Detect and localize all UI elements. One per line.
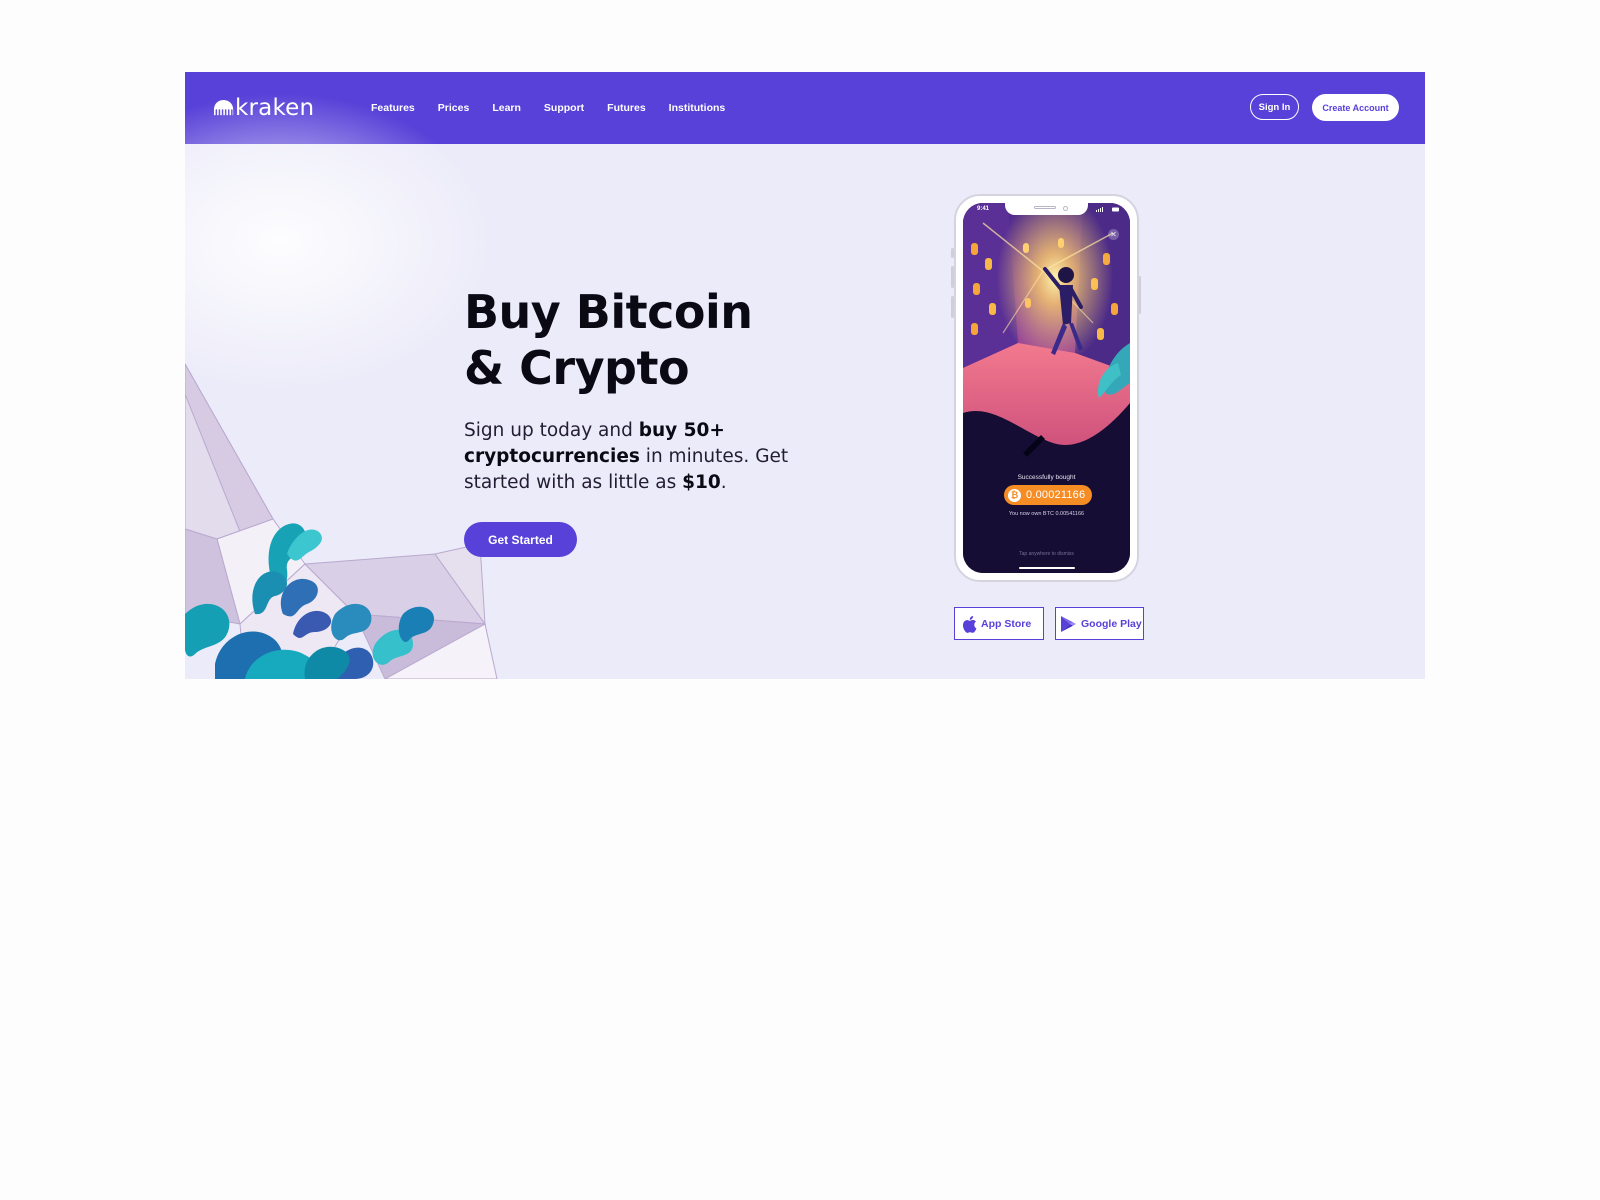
home-indicator <box>1019 567 1075 569</box>
hero-title-line2: & Crypto <box>464 341 690 395</box>
app-illustration <box>963 203 1130 573</box>
bought-label: Successfully bought <box>1017 474 1076 481</box>
btc-amount: 0.00021166 <box>1026 489 1086 501</box>
phone-mockup: 9:41 ✕ Successfully bought ₿ 0.00021166 … <box>954 194 1139 582</box>
page-frame: kraken Features Prices Learn Support Fut… <box>185 72 1425 679</box>
app-store-label: App Store <box>981 617 1032 630</box>
dismiss-hint: Tap anywhere to dismiss <box>1019 551 1074 557</box>
hero-subtitle-bold-2: $10 <box>682 472 721 493</box>
owned-balance-label: You now own BTC 0.00541166 <box>1008 511 1085 517</box>
sign-in-button[interactable]: Sign In <box>1250 94 1299 120</box>
bitcoin-icon: ₿ <box>1008 488 1021 502</box>
status-time: 9:41 <box>977 206 990 212</box>
app-store-button[interactable]: App Store <box>954 607 1044 640</box>
hero-subtitle-text-3: . <box>720 472 727 493</box>
close-icon[interactable]: ✕ <box>1108 229 1119 240</box>
get-started-button[interactable]: Get Started <box>464 522 577 557</box>
create-account-button[interactable]: Create Account <box>1312 94 1399 121</box>
phone-camera <box>1063 206 1068 211</box>
hero-title-line1: Buy Bitcoin <box>464 285 753 339</box>
nav-institutions[interactable]: Institutions <box>669 102 726 114</box>
hero-title: Buy Bitcoin & Crypto <box>464 284 753 396</box>
nav-learn[interactable]: Learn <box>492 102 521 114</box>
status-bar-icons <box>1096 207 1119 212</box>
google-play-button[interactable]: Google Play <box>1055 607 1144 640</box>
nav-prices[interactable]: Prices <box>438 102 470 114</box>
phone-speaker <box>1034 206 1056 209</box>
apple-icon <box>962 615 977 633</box>
btc-amount-pill: ₿ 0.00021166 <box>1004 485 1092 505</box>
nav-support[interactable]: Support <box>544 102 584 114</box>
google-play-label: Google Play <box>1081 617 1142 630</box>
phone-notch <box>1005 203 1088 215</box>
coral-crystal-illustration <box>185 362 498 679</box>
hero-subtitle-text-1: Sign up today and <box>464 420 639 441</box>
phone-screen: 9:41 ✕ Successfully bought ₿ 0.00021166 … <box>963 203 1130 573</box>
hero-subtitle: Sign up today and buy 50+ cryptocurrenci… <box>464 418 794 496</box>
nav-futures[interactable]: Futures <box>607 102 646 114</box>
google-play-icon <box>1061 615 1076 632</box>
